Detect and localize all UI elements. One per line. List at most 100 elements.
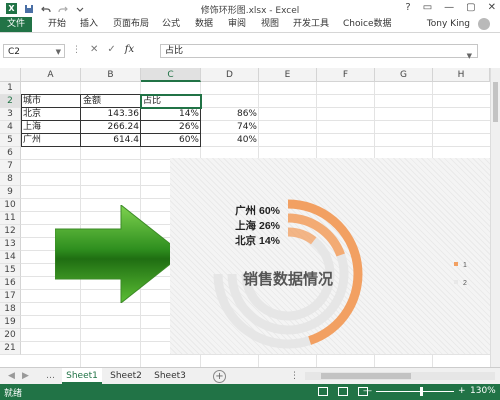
doughnut-chart[interactable]: 销售数据情况 广州 60% 上海 26% 北京 14% 1 2: [170, 158, 490, 354]
close-button[interactable]: ✕: [488, 2, 496, 13]
scroll-thumb[interactable]: [321, 373, 411, 379]
sheet-tab-sheet1[interactable]: Sheet1: [62, 368, 102, 384]
row-header-21[interactable]: 21: [0, 342, 21, 355]
formula-text: 占比: [165, 46, 184, 56]
zoom-slider-handle[interactable]: [420, 387, 423, 396]
row-header-5[interactable]: 5: [0, 134, 21, 147]
column-header-a[interactable]: A: [21, 68, 81, 82]
column-header-b[interactable]: B: [81, 68, 141, 82]
scroll-thumb[interactable]: [493, 82, 498, 122]
row-header-17[interactable]: 17: [0, 290, 21, 303]
sheet-tab-sheet2[interactable]: Sheet2: [106, 368, 146, 384]
status-bar: 就绪 — + 130%: [0, 384, 500, 400]
user-name[interactable]: Tony King: [427, 19, 470, 29]
avatar[interactable]: [478, 18, 490, 30]
cancel-icon[interactable]: ✕: [90, 44, 98, 55]
row-header-19[interactable]: 19: [0, 316, 21, 329]
tab-split-icon[interactable]: ⋮: [290, 371, 299, 381]
ring-value-3[interactable]: [287, 227, 317, 245]
vertical-scrollbar[interactable]: [490, 68, 500, 367]
zoom-level[interactable]: 130%: [470, 386, 496, 396]
column-header-d[interactable]: D: [201, 68, 259, 82]
row-header-12[interactable]: 12: [0, 225, 21, 238]
column-header-h[interactable]: H: [433, 68, 490, 82]
chart-svg: 销售数据情况 广州 60% 上海 26% 北京 14% 1 2: [213, 199, 467, 349]
row-header-1[interactable]: 1: [0, 82, 21, 95]
row-header-9[interactable]: 9: [0, 186, 21, 199]
cell-selection: [140, 94, 202, 109]
cell-c5[interactable]: 60%: [141, 134, 201, 147]
help-button[interactable]: ?: [405, 2, 410, 13]
tab-page-layout[interactable]: 页面布局: [113, 18, 149, 31]
row-header-13[interactable]: 13: [0, 238, 21, 251]
normal-view-icon[interactable]: [318, 387, 328, 396]
tab-insert[interactable]: 插入: [80, 18, 98, 31]
formula-input[interactable]: 占比 ▼: [160, 44, 478, 60]
row-header-15[interactable]: 15: [0, 264, 21, 277]
name-box-value: C2: [8, 47, 21, 57]
legend-label-2: 2: [463, 280, 467, 287]
prev-sheet-icon[interactable]: ◀: [8, 371, 15, 381]
expand-formula-bar-icon[interactable]: ▼: [467, 50, 472, 63]
row-header-16[interactable]: 16: [0, 277, 21, 290]
row-header-7[interactable]: 7: [0, 160, 21, 173]
table-border: [21, 120, 201, 121]
horizontal-scrollbar[interactable]: [305, 372, 495, 380]
row-header-10[interactable]: 10: [0, 199, 21, 212]
row-header-18[interactable]: 18: [0, 303, 21, 316]
window-controls: ? ▭ — ▢ ✕: [405, 2, 496, 13]
cell-d3[interactable]: 86%: [201, 108, 259, 121]
formula-bar: C2 ▼ ⋮ ✕ ✓ fx 占比 ▼: [0, 41, 500, 61]
cell-d4[interactable]: 74%: [201, 121, 259, 134]
column-header-f[interactable]: F: [317, 68, 375, 82]
sheet-tab-sheet3[interactable]: Sheet3: [150, 368, 190, 384]
insert-function-icon[interactable]: fx: [125, 44, 134, 55]
zoom-out-button[interactable]: —: [363, 386, 372, 396]
tab-view[interactable]: 视图: [261, 18, 279, 31]
cell-b5[interactable]: 614.4: [81, 134, 141, 147]
tab-review[interactable]: 审阅: [228, 18, 246, 31]
cell-a5[interactable]: 广州: [21, 134, 81, 147]
tab-file[interactable]: 文件: [0, 17, 32, 32]
enter-icon[interactable]: ✓: [107, 44, 115, 55]
maximize-button[interactable]: ▢: [466, 2, 475, 13]
tab-choice-data[interactable]: Choice数据: [343, 18, 391, 31]
tab-formulas[interactable]: 公式: [162, 18, 180, 31]
row-header-4[interactable]: 4: [0, 121, 21, 134]
tab-home[interactable]: 开始: [48, 18, 66, 31]
add-sheet-button[interactable]: +: [213, 370, 226, 383]
tab-developer[interactable]: 开发工具: [293, 18, 329, 31]
ring-label-beijing: 北京 14%: [235, 234, 281, 247]
legend-label-1: 1: [463, 262, 467, 269]
row-header-6[interactable]: 6: [0, 147, 21, 160]
name-box[interactable]: C2 ▼: [3, 44, 65, 58]
table-border: [21, 133, 201, 134]
cell-d5[interactable]: 40%: [201, 134, 259, 147]
row-header-2[interactable]: 2: [0, 95, 21, 108]
ribbon-tabs: 文件 开始 插入 页面布局 公式 数据 审阅 视图 开发工具 Choice数据 …: [0, 17, 500, 33]
row-header-20[interactable]: 20: [0, 329, 21, 342]
chevron-down-icon[interactable]: ▼: [56, 45, 61, 59]
next-sheet-icon[interactable]: ▶: [22, 371, 29, 381]
zoom-slider[interactable]: [376, 391, 454, 392]
green-arrow-shape[interactable]: [55, 205, 185, 303]
minimize-button[interactable]: —: [444, 2, 454, 13]
more-icon[interactable]: ⋮: [72, 45, 81, 55]
status-ready: 就绪: [4, 389, 23, 399]
row-header-14[interactable]: 14: [0, 251, 21, 264]
row-header-3[interactable]: 3: [0, 108, 21, 121]
column-header-c[interactable]: C: [141, 68, 201, 82]
row-header-11[interactable]: 11: [0, 212, 21, 225]
tab-data[interactable]: 数据: [195, 18, 213, 31]
column-header-g[interactable]: G: [375, 68, 433, 82]
row-header-8[interactable]: 8: [0, 173, 21, 186]
legend-swatch-1: [454, 262, 458, 266]
chart-legend[interactable]: 1 2: [454, 262, 467, 287]
select-all-corner[interactable]: [0, 68, 21, 82]
zoom-in-button[interactable]: +: [458, 386, 466, 396]
more-sheets-icon[interactable]: …: [46, 371, 55, 381]
ribbon-display-button[interactable]: ▭: [423, 2, 432, 13]
column-header-e[interactable]: E: [259, 68, 317, 82]
title-bar: X 修饰环形图.xlsx - Excel ? ▭ — ▢ ✕: [0, 0, 500, 17]
page-layout-view-icon[interactable]: [338, 387, 348, 396]
